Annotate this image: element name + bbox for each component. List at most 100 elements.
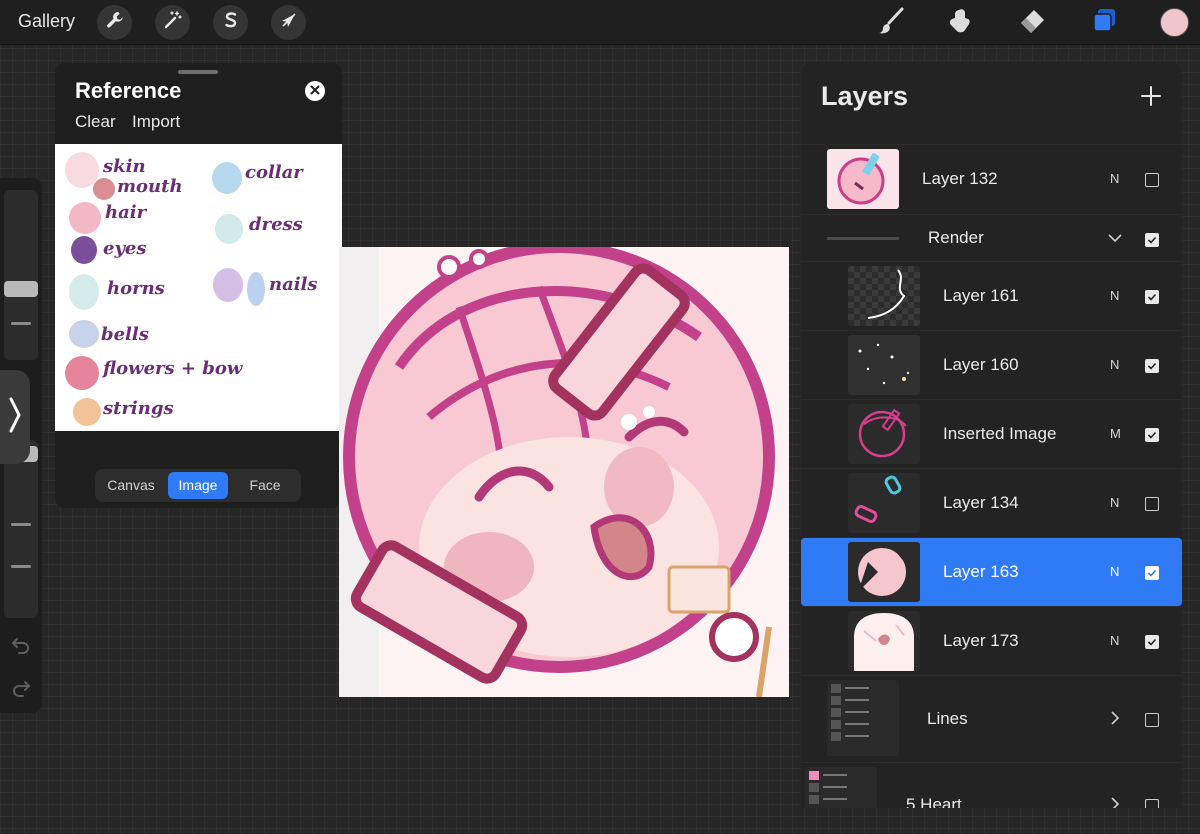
drawing-canvas[interactable] <box>339 247 789 697</box>
gallery-button[interactable]: Gallery <box>18 11 75 32</box>
layer-thumbnail <box>848 335 920 395</box>
eraser-button[interactable] <box>1015 6 1049 40</box>
layer-name: Layer 132 <box>922 169 998 188</box>
layer-thumbnail <box>848 611 920 671</box>
brush-size-slider[interactable] <box>4 190 38 360</box>
tab-canvas[interactable]: Canvas <box>99 472 163 499</box>
reference-panel: Reference Clear Import skin mouth hair e… <box>55 63 342 508</box>
group-collapse-toggle[interactable] <box>1107 229 1123 247</box>
visibility-checkbox[interactable] <box>1145 566 1159 580</box>
nails-swatch-1 <box>213 268 243 302</box>
actions-button[interactable] <box>97 5 132 40</box>
layers-panel: Layers Layer 132 N Render Layer 161 N La… <box>801 62 1182 808</box>
layer-group-row[interactable]: 5 Heart <box>801 762 1182 808</box>
layers-title: Layers <box>821 81 909 111</box>
layer-row[interactable]: Layer 132 N <box>801 144 1182 213</box>
add-layer-button[interactable] <box>1139 84 1163 108</box>
group-name: 5 Heart <box>906 795 962 808</box>
chevron-right-icon <box>1107 711 1123 731</box>
ref-label-dress: dress <box>249 214 303 235</box>
redo-icon <box>10 681 32 702</box>
group-expand-toggle[interactable] <box>1107 709 1123 727</box>
ref-label-collar: collar <box>245 162 303 183</box>
undo-icon <box>10 638 32 659</box>
reference-close-button[interactable] <box>305 81 325 101</box>
ref-label-flowers: flowers + bow <box>103 358 243 379</box>
layer-name: Layer 161 <box>943 286 1019 305</box>
layer-name: Layer 134 <box>943 493 1019 512</box>
nails-swatch-2 <box>247 272 265 306</box>
visibility-checkbox[interactable] <box>1145 359 1159 373</box>
chevron-right-icon <box>7 395 23 440</box>
smudge-button[interactable] <box>944 6 978 40</box>
ref-label-bells: bells <box>101 324 149 345</box>
collar-swatch <box>212 162 242 194</box>
layer-row[interactable]: Inserted Image M <box>801 399 1182 468</box>
eraser-icon <box>1017 6 1047 41</box>
reference-clear-button[interactable]: Clear <box>75 112 116 132</box>
ref-label-skin: skin <box>103 156 146 177</box>
visibility-checkbox[interactable] <box>1145 173 1159 187</box>
blend-mode[interactable]: N <box>1110 357 1119 372</box>
visibility-checkbox[interactable] <box>1145 635 1159 649</box>
ref-label-nails: nails <box>269 274 318 295</box>
layer-group-row[interactable]: Lines <box>801 675 1182 761</box>
layer-group-row[interactable]: Render <box>801 214 1182 260</box>
bells-swatch <box>69 320 99 348</box>
dress-swatch <box>215 214 243 244</box>
redo-button[interactable] <box>10 676 32 698</box>
brush-icon <box>876 6 906 41</box>
close-icon <box>310 82 320 100</box>
layers-list: Layer 132 N Render Layer 161 N Layer 160… <box>801 144 1182 808</box>
brush-button[interactable] <box>874 6 908 40</box>
adjustments-button[interactable] <box>155 5 190 40</box>
magic-wand-icon <box>163 10 183 35</box>
ref-label-horns: horns <box>107 278 165 299</box>
panel-grabber[interactable] <box>178 70 218 74</box>
top-toolbar: Gallery <box>0 0 1200 45</box>
layer-name: Layer 163 <box>943 562 1019 581</box>
slider-tick <box>11 523 31 526</box>
visibility-checkbox[interactable] <box>1145 799 1159 808</box>
mouth-swatch <box>93 178 115 200</box>
visibility-checkbox[interactable] <box>1145 713 1159 727</box>
opacity-slider[interactable] <box>4 440 38 618</box>
layer-thumbnail <box>848 473 920 533</box>
chevron-down-icon <box>1107 234 1123 251</box>
visibility-checkbox[interactable] <box>1145 233 1159 247</box>
blend-mode[interactable]: N <box>1110 633 1119 648</box>
reference-import-button[interactable]: Import <box>132 112 180 132</box>
ref-label-hair: hair <box>105 202 147 223</box>
layer-row-selected[interactable]: Layer 163 N <box>801 537 1182 606</box>
sidebar-toggle-button[interactable] <box>0 370 30 464</box>
flowers-swatch <box>65 356 99 390</box>
layer-row[interactable]: Layer 173 N <box>801 606 1182 675</box>
strings-swatch <box>73 398 101 426</box>
brush-size-thumb[interactable] <box>4 281 38 297</box>
blend-mode[interactable]: N <box>1110 495 1119 510</box>
visibility-checkbox[interactable] <box>1145 497 1159 511</box>
transform-button[interactable] <box>271 5 306 40</box>
layer-row[interactable]: Layer 161 N <box>801 261 1182 330</box>
tab-face[interactable]: Face <box>233 472 297 499</box>
group-name: Render <box>928 228 984 247</box>
blend-mode[interactable]: M <box>1110 426 1121 441</box>
layers-button[interactable] <box>1087 6 1121 40</box>
ref-label-mouth: mouth <box>117 176 183 197</box>
selection-button[interactable] <box>213 5 248 40</box>
undo-button[interactable] <box>10 633 32 655</box>
blend-mode[interactable]: N <box>1110 171 1119 186</box>
blend-mode[interactable]: N <box>1110 288 1119 303</box>
visibility-checkbox[interactable] <box>1145 428 1159 442</box>
visibility-checkbox[interactable] <box>1145 290 1159 304</box>
blend-mode[interactable]: N <box>1110 564 1119 579</box>
layer-row[interactable]: Layer 160 N <box>801 330 1182 399</box>
group-expand-toggle[interactable] <box>1107 795 1123 808</box>
plus-icon <box>1139 86 1163 112</box>
group-divider <box>827 237 899 240</box>
color-swatch[interactable] <box>1160 8 1189 37</box>
slider-tick <box>11 565 31 568</box>
tab-image[interactable]: Image <box>168 472 228 499</box>
layer-row[interactable]: Layer 134 N <box>801 468 1182 537</box>
layer-name: Layer 160 <box>943 355 1019 374</box>
